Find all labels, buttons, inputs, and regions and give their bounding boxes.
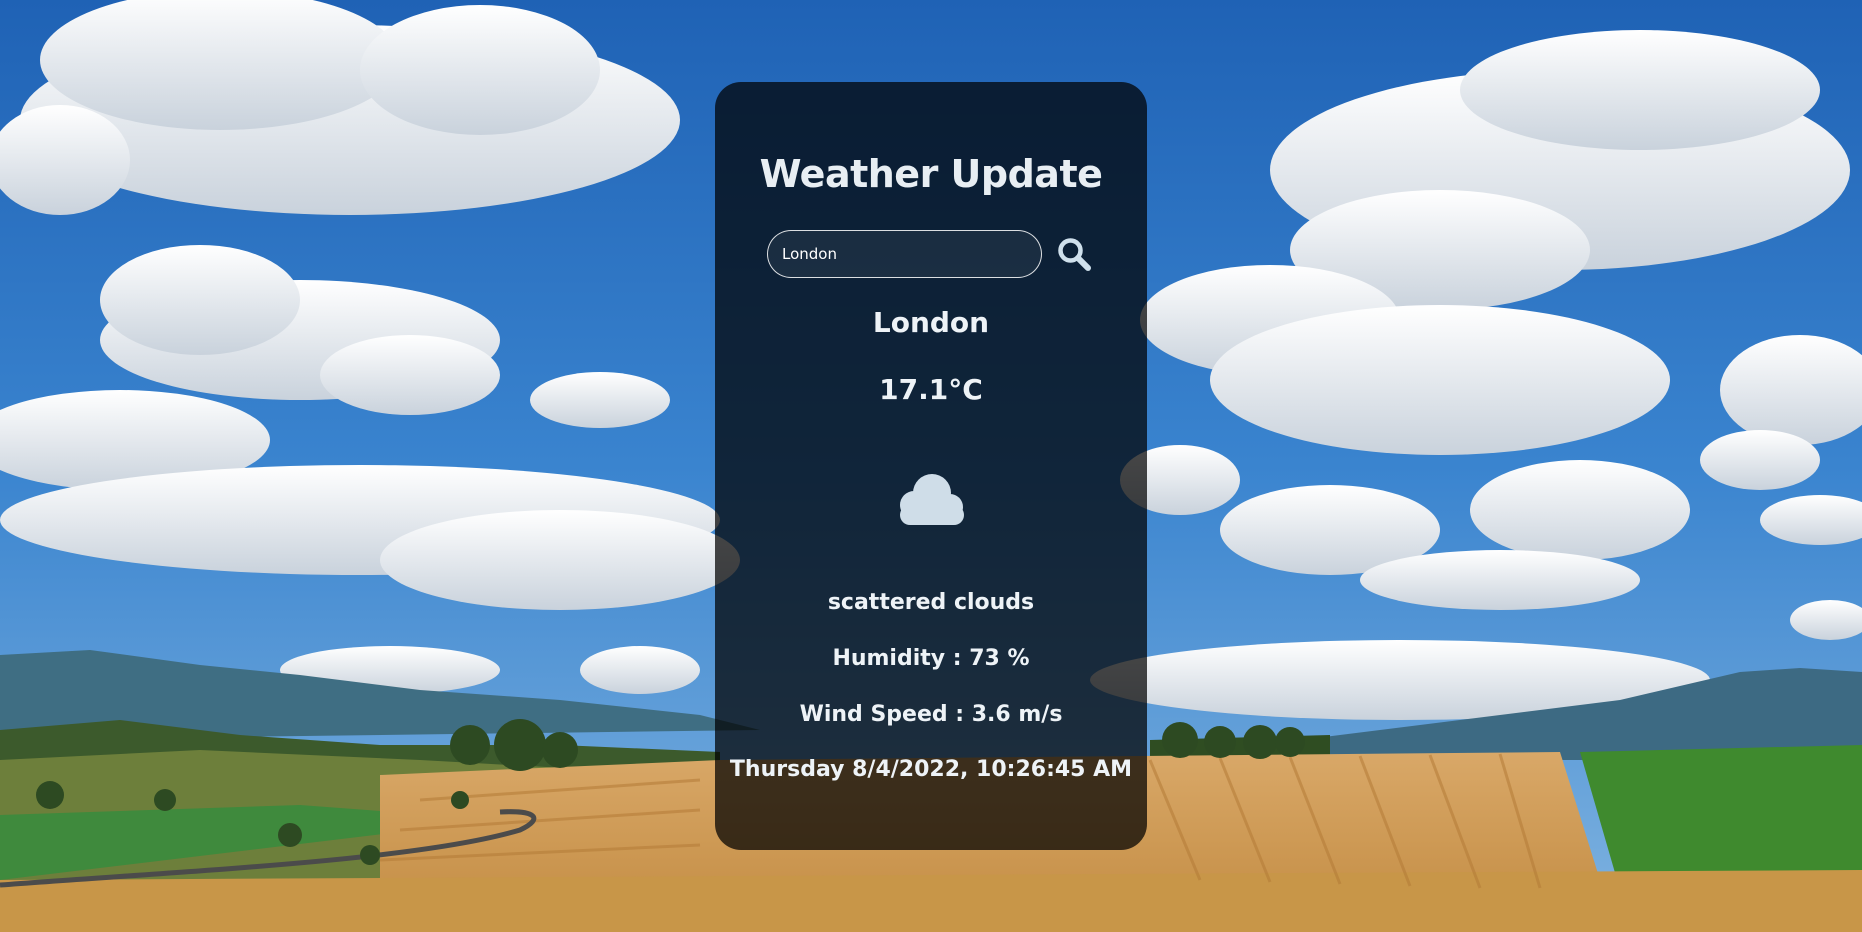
weather-card: Weather Update London 17.1°C scattered c… [715,82,1147,850]
date-time: Thursday 8/4/2022, 10:26:45 AM [729,757,1133,782]
cloud-icon [892,469,970,529]
search-bar [767,230,1097,278]
search-input[interactable] [767,230,1042,278]
city-name: London [872,306,990,339]
humidity: Humidity : 73 % [832,646,1030,671]
search-button[interactable] [1054,235,1094,275]
app-title: Weather Update [759,152,1103,196]
wind-speed: Wind Speed : 3.6 m/s [799,702,1063,727]
temperature: 17.1°C [879,373,983,406]
weather-description: scattered clouds [827,590,1035,615]
search-icon [1056,237,1092,275]
